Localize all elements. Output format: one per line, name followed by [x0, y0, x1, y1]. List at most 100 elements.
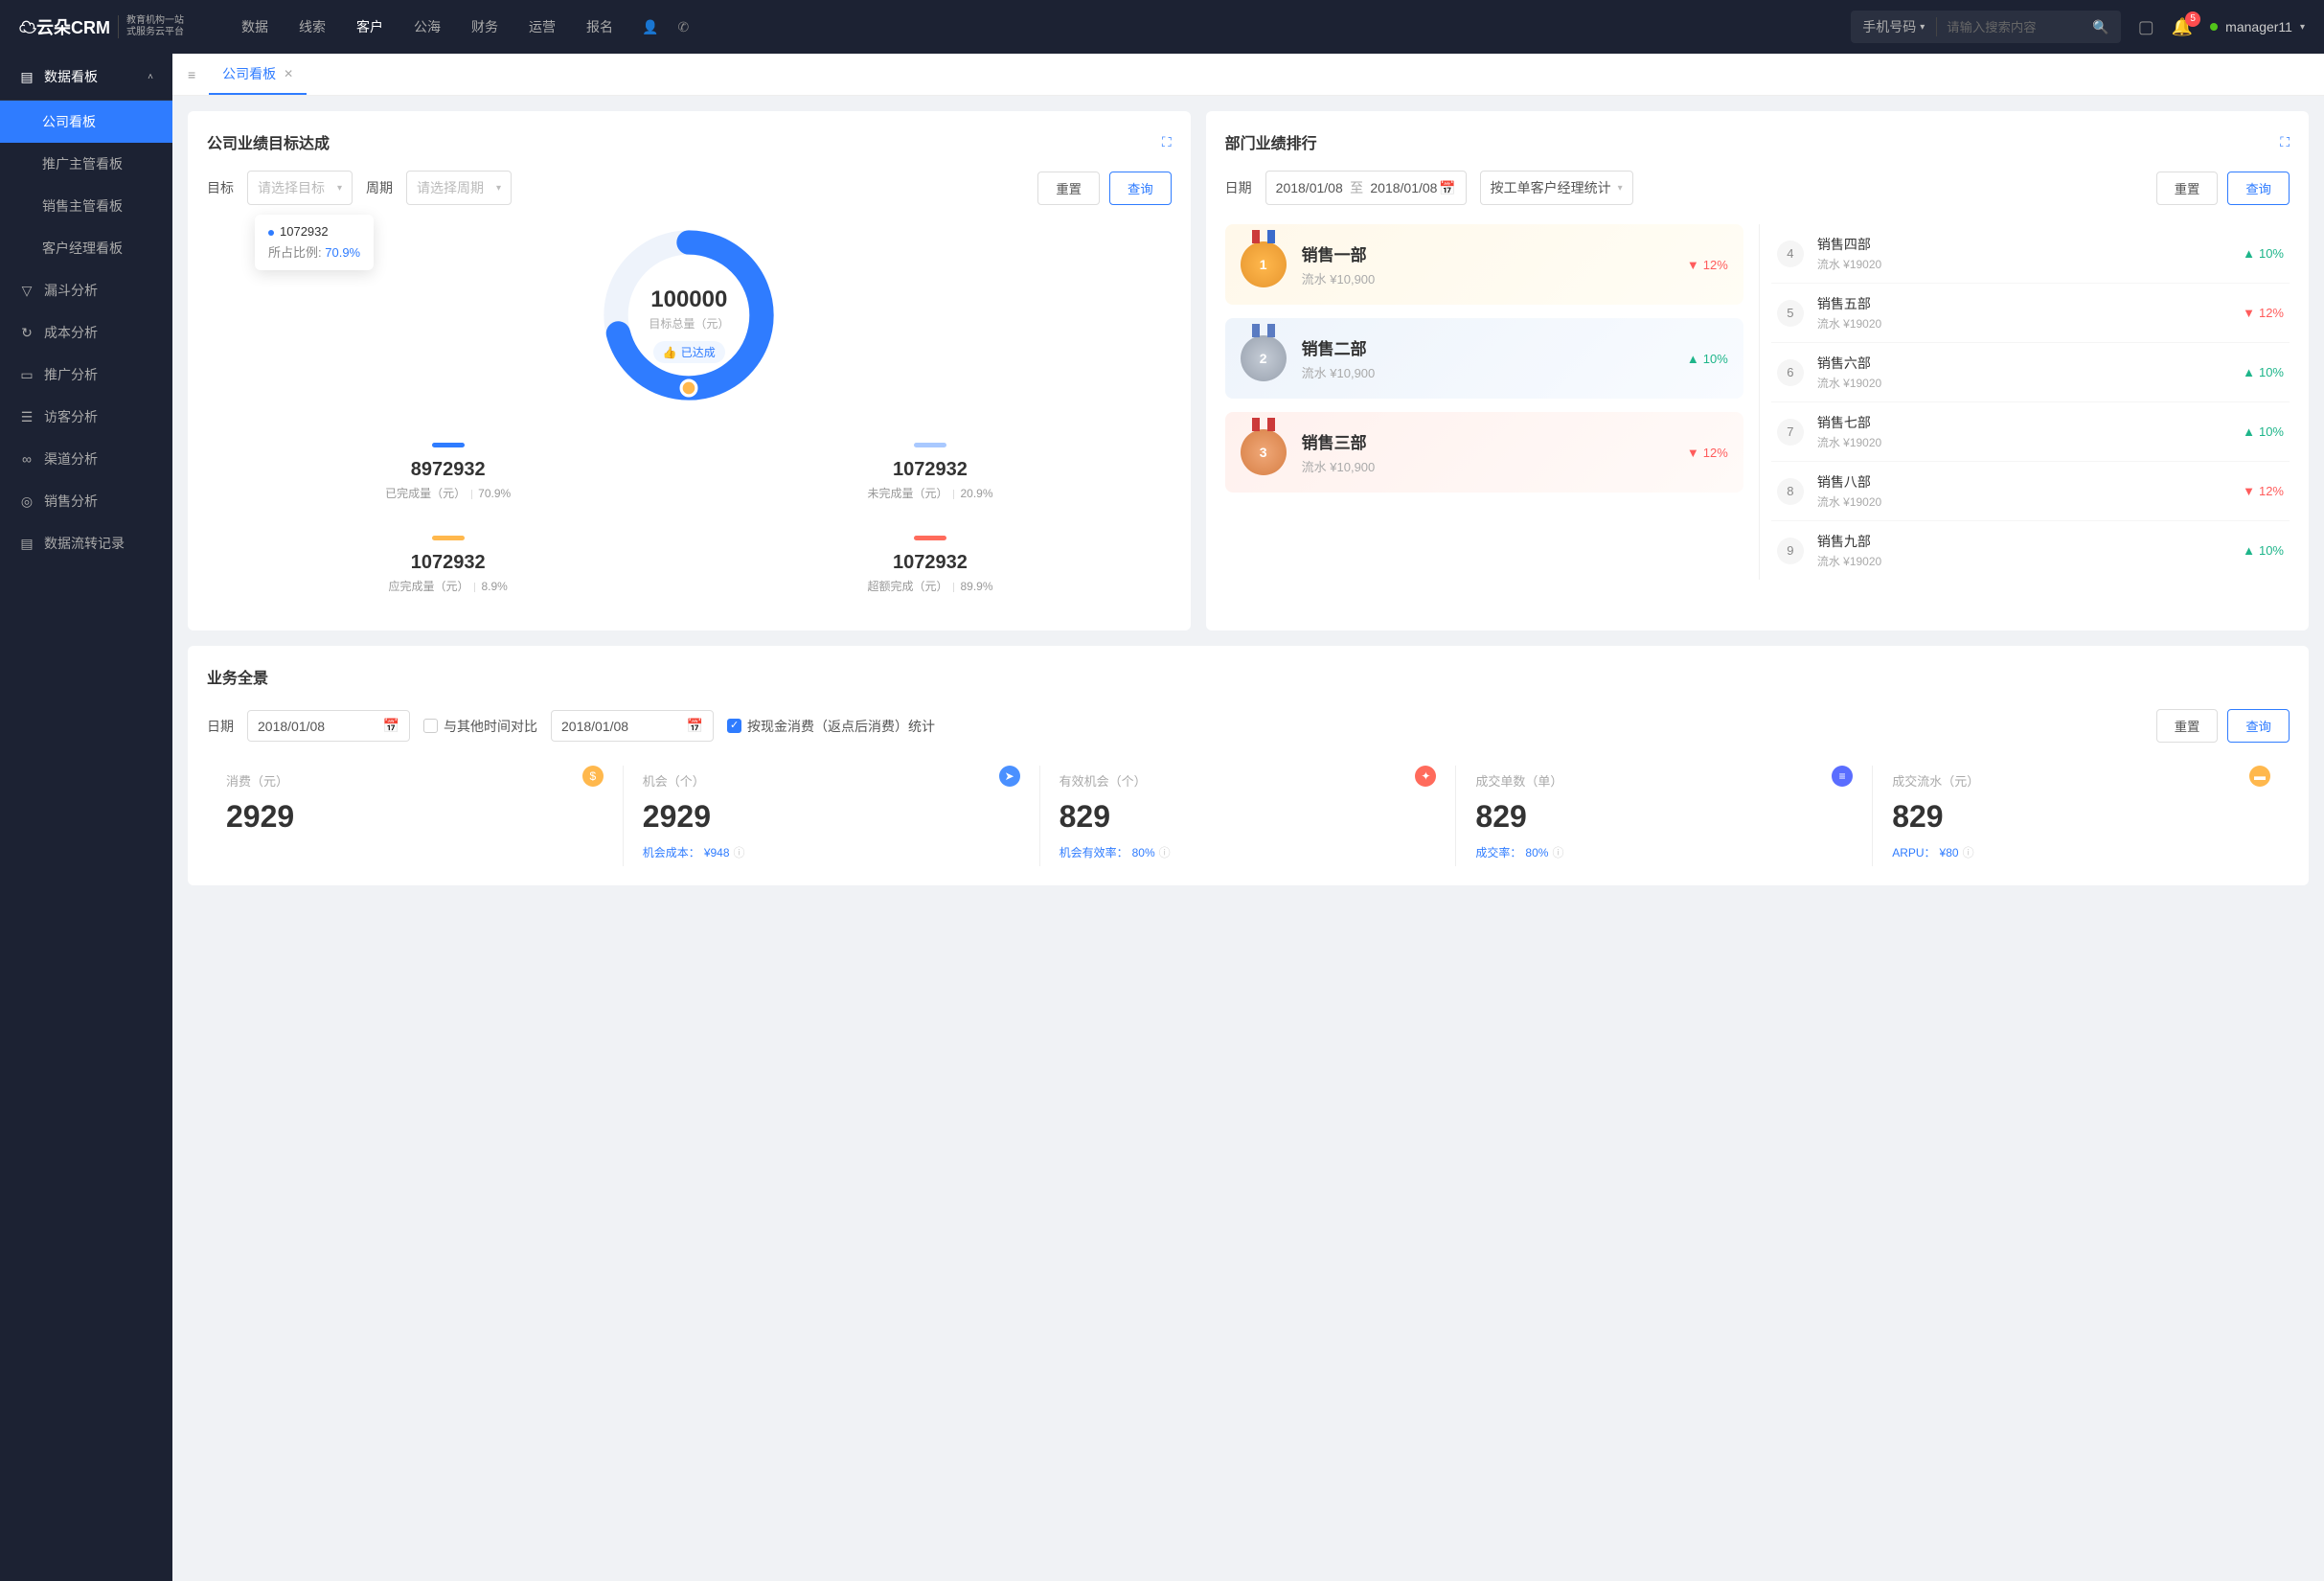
mainnav-item[interactable]: 财务	[471, 17, 498, 36]
calendar-icon: 📅	[383, 718, 399, 734]
logo: ☁云朵CRM 教育机构一站式服务云平台	[19, 14, 184, 39]
kpi-sub: ARPU：¥80ⓘ	[1892, 844, 2270, 860]
user-menu[interactable]: manager11 ▾	[2210, 19, 2305, 34]
help-icon[interactable]: ⓘ	[734, 844, 745, 860]
kpi-icon: ➤	[999, 766, 1020, 787]
period-select[interactable]: 请选择周期▾	[406, 171, 512, 205]
top-nav: ☁云朵CRM 教育机构一站式服务云平台 数据 线索 客户 公海 财务 运营 报名 👤 ✆ 手…	[0, 0, 2324, 54]
rank-name: 销售五部	[1817, 294, 2243, 313]
date-range-input[interactable]: 2018/01/08 至 2018/01/08 📅	[1265, 171, 1467, 205]
help-icon[interactable]: ⓘ	[1159, 844, 1171, 860]
donut-value: 100000	[649, 286, 729, 313]
kpi-value: 2929	[643, 799, 1020, 835]
collapse-sidebar-button[interactable]: ≡	[184, 63, 199, 86]
reset-button[interactable]: 重置	[1037, 172, 1100, 205]
kpi-label: 有效机会（个）	[1059, 771, 1437, 790]
expand-icon[interactable]: ⛶	[2280, 134, 2290, 150]
sidebar-item[interactable]: ∞渠道分析	[0, 438, 172, 480]
reset-button[interactable]: 重置	[2156, 172, 2219, 205]
rank-sub: 流水 ¥19020	[1817, 434, 2243, 450]
query-button[interactable]: 查询	[2227, 172, 2290, 205]
rank-list-item: 4销售四部流水 ¥19020▲ 10%	[1771, 224, 2290, 284]
sidebar-sub-item[interactable]: 公司看板	[0, 101, 172, 143]
help-icon[interactable]: ⓘ	[1963, 844, 1974, 860]
rank-name: 销售四部	[1817, 235, 2243, 254]
stat-value: 1072932	[698, 459, 1161, 481]
rank-sub: 流水 ¥19020	[1817, 553, 2243, 569]
expand-icon[interactable]: ⛶	[1162, 134, 1172, 150]
user-icon[interactable]: 👤	[642, 19, 658, 35]
target-select[interactable]: 请选择目标▾	[247, 171, 353, 205]
sidebar-sub-item[interactable]: 销售主管看板	[0, 185, 172, 227]
rank-number: 6	[1777, 359, 1804, 386]
date-label: 日期	[1225, 178, 1252, 197]
chevron-down-icon: ▾	[496, 183, 501, 194]
mainnav-item[interactable]: 报名	[586, 17, 613, 36]
mainnav-item[interactable]: 公海	[414, 17, 441, 36]
rank-name: 销售六部	[1817, 354, 2243, 373]
kpi-item: ≡成交单数（单）829成交率：80%ⓘ	[1456, 766, 1873, 866]
calendar-icon: 📅	[687, 718, 703, 734]
medal-icon: 1	[1241, 241, 1287, 287]
date-input-1[interactable]: 2018/01/08📅	[247, 710, 410, 742]
help-icon[interactable]: ⓘ	[1552, 844, 1563, 860]
stat-color-bar	[432, 443, 465, 447]
notification-icon[interactable]: 🔔5	[2172, 17, 2193, 37]
sidebar-item[interactable]: ◎销售分析	[0, 480, 172, 522]
mainnav-item[interactable]: 客户	[356, 17, 383, 36]
sidebar-item[interactable]: ▽漏斗分析	[0, 269, 172, 311]
logo-subtitle: 教育机构一站式服务云平台	[118, 15, 184, 38]
mainnav-item[interactable]: 运营	[529, 17, 556, 36]
rank-pct: ▼ 12%	[2243, 484, 2284, 498]
close-icon[interactable]: ✕	[284, 67, 293, 80]
rank-number: 5	[1777, 300, 1804, 327]
device-icon[interactable]: ▢	[2138, 17, 2154, 37]
reset-button[interactable]: 重置	[2156, 709, 2219, 743]
query-button[interactable]: 查询	[1109, 172, 1172, 205]
sidebar-item[interactable]: ↻成本分析	[0, 311, 172, 354]
target-stat: 1072932未完成量（元）20.9%	[689, 425, 1171, 518]
search-button[interactable]: 🔍	[2081, 19, 2120, 35]
sidebar-item-label: 访客分析	[44, 407, 98, 426]
rank-top-card: 2销售二部流水 ¥10,900▲10%	[1225, 318, 1743, 399]
chart-tooltip: 1072932 所占比例: 70.9%	[255, 215, 374, 270]
cash-stat-checkbox[interactable]: 按现金消费（返点后消费）统计	[727, 717, 935, 736]
rank-pct: ▲ 10%	[2243, 365, 2284, 379]
compare-checkbox[interactable]: 与其他时间对比	[423, 717, 537, 736]
dot-icon	[268, 230, 274, 236]
date-input-2[interactable]: 2018/01/08📅	[551, 710, 714, 742]
card-department-ranking: 部门业绩排行 ⛶ 日期 2018/01/08 至 2018/01/08 📅 按工…	[1206, 111, 2309, 630]
sidebar-sub-item[interactable]: 客户经理看板	[0, 227, 172, 269]
search-type-select[interactable]: 手机号码▾	[1851, 17, 1937, 36]
tab-company-dashboard[interactable]: 公司看板 ✕	[209, 55, 307, 95]
sidebar-item[interactable]: ▭推广分析	[0, 354, 172, 396]
rank-list-item: 9销售九部流水 ¥19020▲ 10%	[1771, 521, 2290, 580]
tab-label: 公司看板	[222, 64, 276, 83]
query-button[interactable]: 查询	[2227, 709, 2290, 743]
checkbox-checked-icon	[727, 719, 741, 733]
stat-by-select[interactable]: 按工单客户经理统计▾	[1480, 171, 1633, 205]
mainnav-item[interactable]: 数据	[241, 17, 268, 36]
sidebar-item[interactable]: ☰访客分析	[0, 396, 172, 438]
phone-icon[interactable]: ✆	[677, 19, 689, 35]
rank-sub: 流水 ¥19020	[1817, 375, 2243, 391]
main-nav: 数据 线索 客户 公海 财务 运营 报名	[241, 17, 613, 36]
target-label: 目标	[207, 178, 234, 197]
sidebar-sub-item[interactable]: 推广主管看板	[0, 143, 172, 185]
sidebar: ▤数据看板 ˄ 公司看板推广主管看板销售主管看板客户经理看板 ▽漏斗分析↻成本分…	[0, 54, 172, 1581]
dashboard-icon: ▤	[19, 69, 34, 85]
search-input[interactable]	[1937, 20, 2081, 34]
sidebar-item[interactable]: ▤数据流转记录	[0, 522, 172, 564]
trend-icon: ▼	[2243, 484, 2255, 498]
rank-number: 8	[1777, 478, 1804, 505]
sidebar-item-label: 成本分析	[44, 323, 98, 342]
main-area: ≡ 公司看板 ✕ 公司业绩目标达成 ⛶ 目标 请选择目标▾ 周期 请选择周期▾	[172, 54, 2324, 1581]
rank-pct: ▼12%	[1687, 258, 1728, 272]
sidebar-group-dashboard[interactable]: ▤数据看板 ˄	[0, 54, 172, 101]
rank-sub: 流水 ¥10,900	[1302, 269, 1376, 287]
kpi-label: 机会（个）	[643, 771, 1020, 790]
trend-icon: ▼	[1687, 446, 1699, 460]
logo-mark: ☁云朵CRM	[19, 14, 110, 39]
kpi-sub: 成交率：80%ⓘ	[1475, 844, 1853, 860]
mainnav-item[interactable]: 线索	[299, 17, 326, 36]
